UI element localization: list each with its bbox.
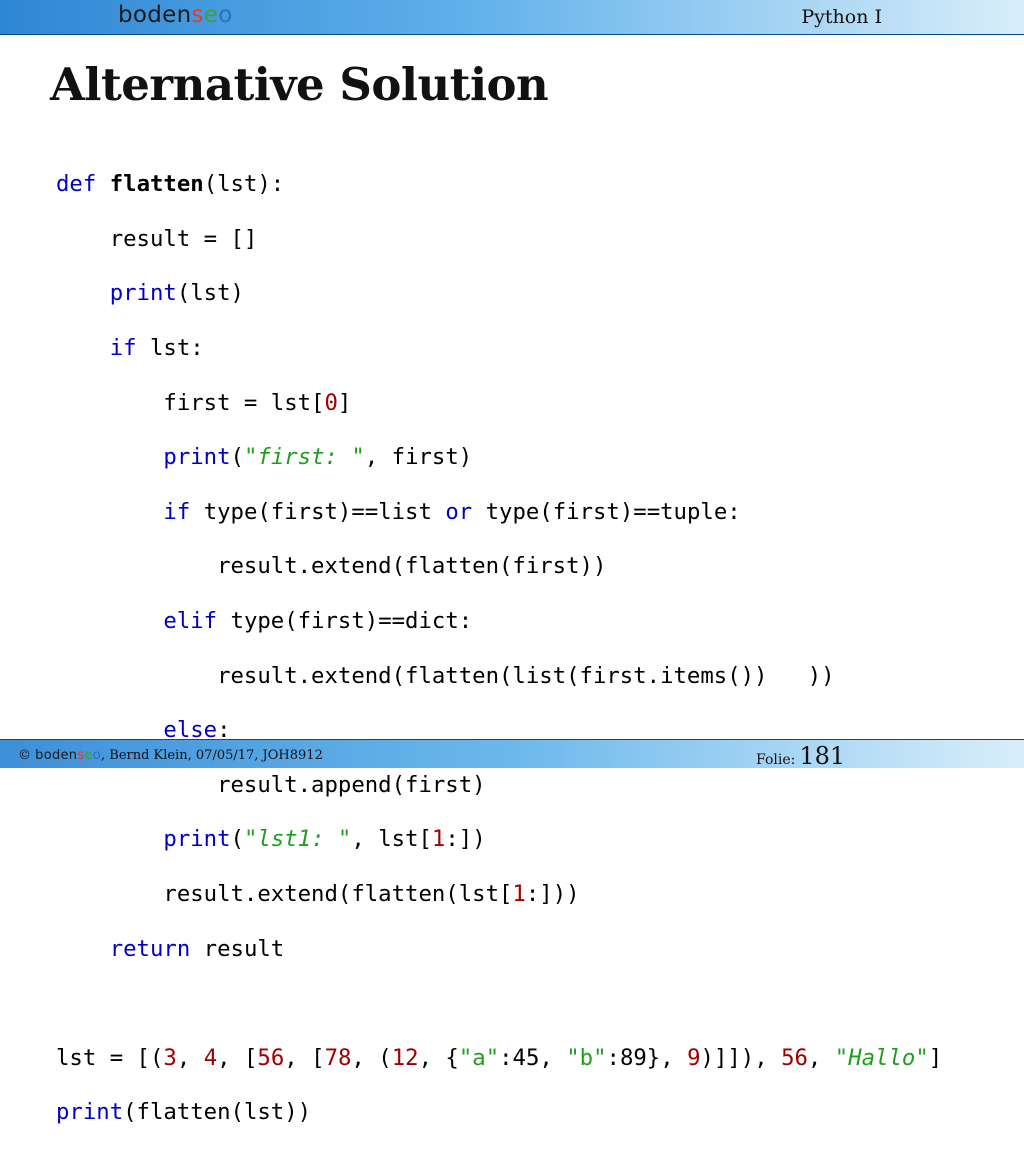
code-line-8: result.extend(flatten(first)) (56, 553, 607, 580)
code-line-7: if type(first)==list or type(first)==tup… (163, 498, 741, 525)
code-line-3: print(lst) (109, 280, 244, 307)
code-line-2: result = [] (56, 225, 258, 252)
code-line-10: result.extend(flatten(list(first.items()… (56, 662, 835, 689)
code-block: def flatten(lst): result = [] print(lst)… (56, 144, 942, 1154)
slide-number-label: Folie: (756, 752, 796, 768)
code-line-14: result.extend(flatten(lst[1:])) (56, 881, 580, 908)
slide-number: 181 (799, 742, 846, 770)
footer-logo: bodenseo (35, 748, 101, 763)
footer-bar: © bodenseo, Bernd Klein, 07/05/17, JOH89… (0, 739, 1024, 770)
code-line-12: result.append(first) (56, 771, 486, 798)
code-line-9: elif type(first)==dict: (163, 608, 473, 635)
code-line-5: first = lst[0] (56, 389, 352, 416)
course-title: Python I (801, 6, 882, 28)
code-line-17: lst = [(3, 4, [56, [78, (12, {"a":45, "b… (56, 1044, 943, 1071)
slide-title: Alternative Solution (50, 58, 549, 111)
footer-info: © bodenseo, Bernd Klein, 07/05/17, JOH89… (18, 748, 323, 763)
header-bar: bodenseo Python I (0, 0, 1024, 35)
code-line-15: return result (109, 935, 285, 962)
slide-number-box: Folie: 181 (756, 742, 845, 770)
code-line-1: def flatten(lst): (56, 171, 285, 198)
code-line-18: print(flatten(lst)) (56, 1099, 312, 1126)
bodenseo-logo: bodenseo (118, 2, 233, 28)
code-line-6: print("first: ", first) (163, 444, 473, 471)
code-line-13: print("lst1: ", lst[1:]) (163, 826, 486, 853)
code-line-4: if lst: (109, 335, 204, 362)
